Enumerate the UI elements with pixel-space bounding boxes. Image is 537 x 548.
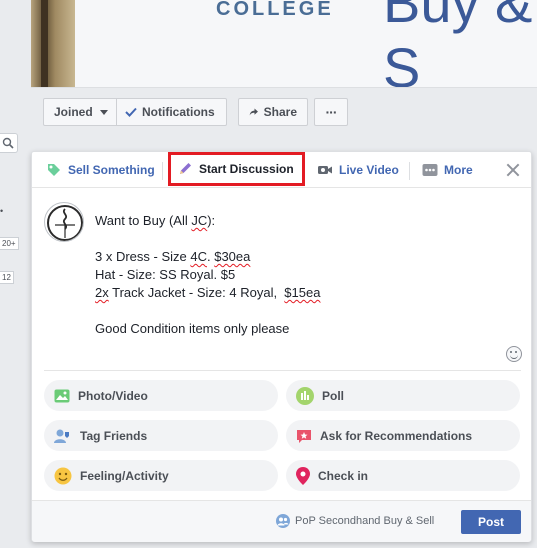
sidebar-search-button[interactable]	[0, 133, 18, 153]
check-in-option[interactable]: Check in	[286, 460, 520, 491]
tab-label: Start Discussion	[199, 162, 294, 176]
left-sidebar-fragment	[0, 88, 28, 548]
tab-label: Sell Something	[68, 162, 155, 177]
option-label: Poll	[322, 388, 345, 403]
notifications-button[interactable]: Notifications	[116, 98, 227, 126]
more-dots-icon	[422, 163, 438, 176]
sidebar-item-fragment: •	[0, 206, 4, 216]
tab-divider	[409, 162, 410, 180]
option-label: Check in	[318, 468, 369, 483]
post-line	[95, 302, 495, 320]
video-camera-icon	[318, 165, 332, 174]
cover-title-fragment: Buy & S	[383, 0, 533, 88]
sidebar-count-badge: 12	[0, 271, 14, 284]
search-icon	[2, 137, 14, 149]
composer-footer: PoP Secondhand Buy & Sell Post	[32, 500, 531, 542]
crest-logo-icon	[47, 205, 83, 241]
more-options-button[interactable]: ···	[314, 98, 348, 126]
option-label: Feeling/Activity	[80, 468, 169, 483]
share-label: Share	[263, 105, 297, 119]
price-tag-icon	[48, 163, 60, 176]
composer-tabs: Sell Something Start Discussion Live Vid…	[32, 152, 531, 188]
avatar	[44, 202, 84, 242]
post-button[interactable]: Post	[461, 510, 521, 534]
composer-divider	[44, 370, 521, 371]
ask-recommendations-option[interactable]: Ask for Recommendations	[286, 420, 520, 451]
post-line: Good Condition items only please	[95, 321, 290, 336]
joined-button[interactable]: Joined	[43, 98, 117, 126]
notifications-label: Notifications	[142, 105, 215, 119]
post-line: Hat - Size: SS Royal. $5	[95, 267, 236, 282]
photo-video-option[interactable]: Photo/Video	[44, 380, 278, 411]
option-label: Ask for Recommendations	[320, 428, 473, 443]
location-pin-icon	[296, 466, 310, 485]
checkmark-icon	[125, 107, 137, 117]
post-line: Want to Buy (All JC):	[95, 213, 216, 228]
emoji-picker-icon[interactable]	[506, 346, 522, 362]
pencil-icon	[180, 163, 191, 174]
photo-icon	[54, 389, 70, 402]
tab-more[interactable]: More	[416, 157, 479, 182]
audience-label: PoP Secondhand Buy & Sell	[295, 515, 435, 527]
tab-live-video[interactable]: Live Video	[311, 157, 405, 182]
audience-selector[interactable]: PoP Secondhand Buy & Sell	[276, 514, 434, 528]
option-label: Tag Friends	[80, 428, 148, 443]
post-composer: Sell Something Start Discussion Live Vid…	[31, 151, 532, 542]
option-label: Photo/Video	[78, 388, 148, 403]
tab-label: More	[444, 162, 473, 177]
close-icon[interactable]	[505, 162, 521, 178]
post-text-area[interactable]: Want to Buy (All JC): 3 x Dress - Size 4…	[95, 212, 495, 338]
group-cover-photo: COLLEGE Buy & S	[31, 0, 537, 88]
post-line: 3 x Dress - Size 4C. $30ea	[95, 249, 251, 264]
post-line: 2x Track Jacket - Size: 4 Royal, $15ea	[95, 285, 321, 300]
more-dots-label: ···	[325, 104, 338, 120]
poll-option[interactable]: Poll	[286, 380, 520, 411]
chevron-down-icon	[99, 109, 108, 115]
tab-divider	[162, 162, 163, 180]
recommendations-icon	[297, 429, 311, 443]
post-line	[95, 230, 495, 248]
tag-friends-option[interactable]: Tag Friends	[44, 420, 278, 451]
share-arrow-icon	[249, 108, 258, 116]
sidebar-count-badge: 20+	[0, 237, 19, 250]
cover-college-text: COLLEGE	[216, 0, 334, 20]
share-button[interactable]: Share	[238, 98, 308, 126]
joined-label: Joined	[54, 105, 93, 119]
tab-start-discussion[interactable]: Start Discussion	[168, 152, 305, 186]
poll-icon	[296, 386, 314, 405]
tab-label: Live Video	[339, 162, 399, 177]
feeling-icon	[54, 467, 72, 484]
cover-photo-edge	[31, 0, 75, 87]
tab-sell-something[interactable]: Sell Something	[40, 157, 161, 182]
tag-friends-icon	[54, 429, 69, 443]
feeling-activity-option[interactable]: Feeling/Activity	[44, 460, 278, 491]
group-icon	[276, 514, 290, 528]
